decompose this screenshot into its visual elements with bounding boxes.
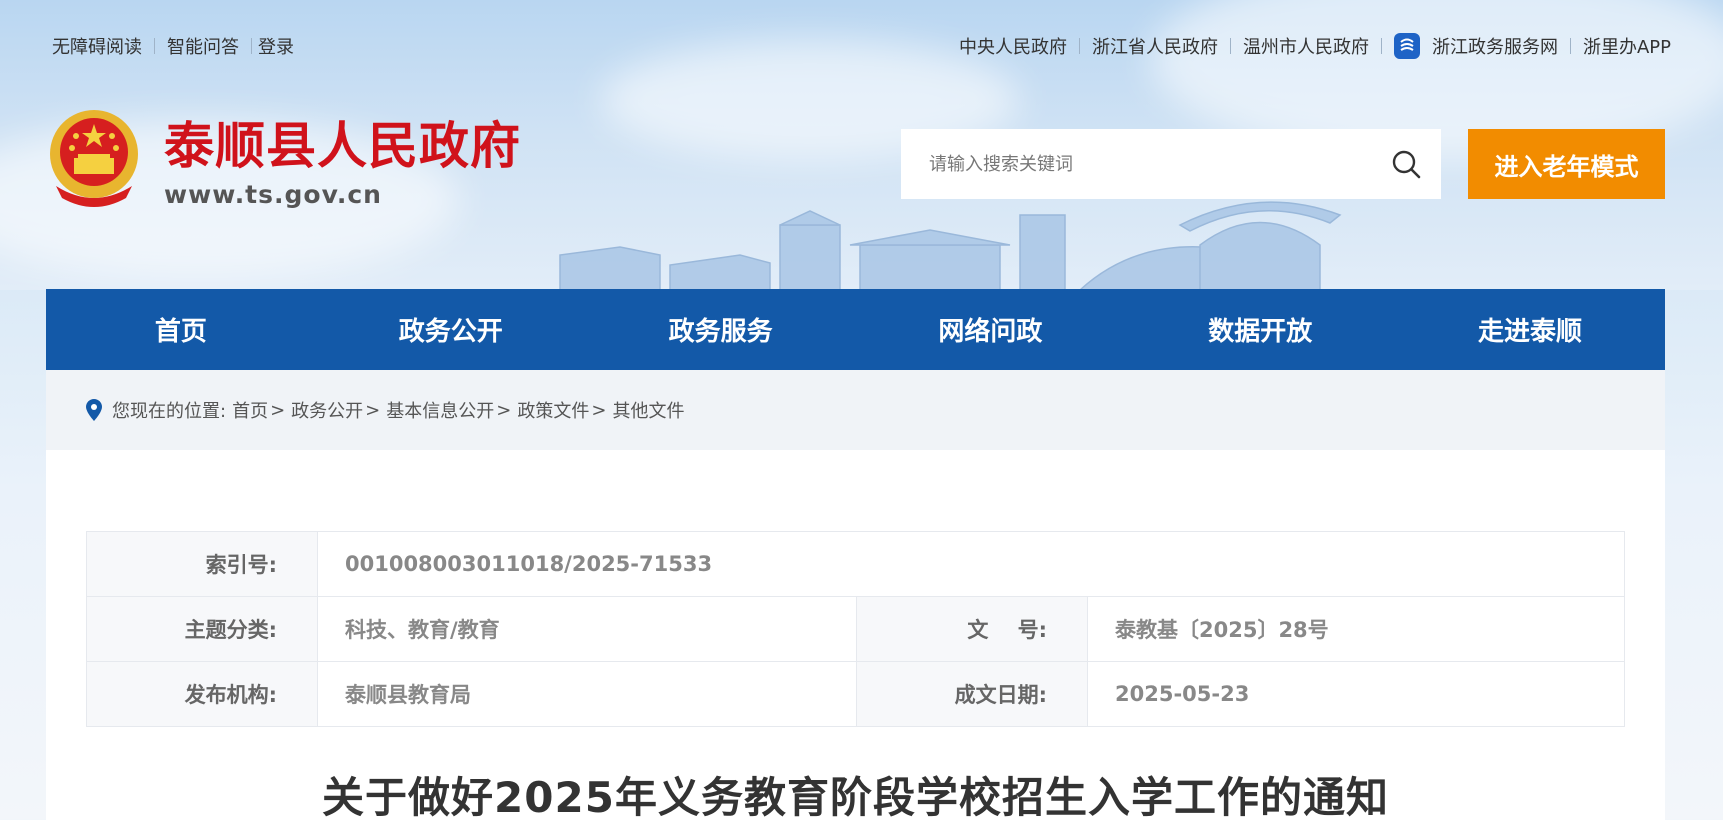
- date-value: 2025-05-23: [1087, 661, 1625, 727]
- breadcrumb-separator: >: [270, 399, 286, 421]
- index-value: 001008003011018/2025-71533: [317, 531, 1625, 597]
- top-left-links: 无障碍阅读 智能问答 登录: [52, 33, 294, 59]
- breadcrumb: 您现在的位置: 首页 > 政务公开 > 基本信息公开 > 政策文件 > 其他文件: [46, 370, 1665, 450]
- central-gov-link[interactable]: 中央人民政府: [959, 33, 1067, 59]
- top-right-links: 中央人民政府 浙江省人民政府 温州市人民政府 浙江政务服务网 浙里办APP: [959, 33, 1671, 59]
- top-bar: 无障碍阅读 智能问答 登录 中央人民政府 浙江省人民政府 温州市人民政府 浙江政…: [52, 30, 1671, 62]
- divider: [1380, 38, 1382, 54]
- wenzhou-gov-link[interactable]: 温州市人民政府: [1243, 33, 1369, 59]
- issuer-value: 泰顺县教育局: [317, 661, 857, 727]
- zhejiang-service-link[interactable]: 浙江政务服务网: [1432, 33, 1558, 59]
- smart-qa-link[interactable]: 智能问答: [167, 33, 239, 59]
- logo-text: 泰顺县人民政府 www.ts.gov.cn: [164, 116, 521, 210]
- divider: [251, 38, 252, 54]
- divider: [1078, 38, 1080, 54]
- divider: [1229, 38, 1231, 54]
- nav-gov-affairs-open[interactable]: 政务公开: [316, 289, 586, 370]
- table-row: 索引号: 001008003011018/2025-71533: [86, 531, 1625, 597]
- breadcrumb-gov-affairs-open[interactable]: 政务公开: [291, 397, 363, 423]
- document-title: 关于做好2025年义务教育阶段学校招生入学工作的通知: [322, 773, 1389, 820]
- breadcrumb-basic-info[interactable]: 基本信息公开: [386, 397, 494, 423]
- index-label: 索引号:: [86, 531, 318, 597]
- date-label: 成文日期:: [856, 661, 1088, 727]
- topic-value: 科技、教育/教育: [317, 596, 857, 662]
- nav-about-taishun[interactable]: 走进泰顺: [1395, 289, 1665, 370]
- accessibility-link[interactable]: 无障碍阅读: [52, 33, 142, 59]
- docno-label: 文 号:: [856, 596, 1088, 662]
- docno-value: 泰教基〔2025〕28号: [1087, 596, 1625, 662]
- breadcrumb-home[interactable]: 首页: [232, 397, 268, 423]
- site-logo[interactable]: 泰顺县人民政府 www.ts.gov.cn: [46, 106, 521, 210]
- nav-gov-services[interactable]: 政务服务: [586, 289, 856, 370]
- nav-home[interactable]: 首页: [46, 289, 316, 370]
- breadcrumb-policy-docs[interactable]: 政策文件: [517, 397, 589, 423]
- breadcrumb-separator: >: [591, 399, 607, 421]
- divider: [154, 38, 155, 54]
- elder-mode-button[interactable]: 进入老年模式: [1468, 129, 1665, 199]
- zheliban-app-link[interactable]: 浙里办APP: [1583, 33, 1671, 59]
- content-panel: 您现在的位置: 首页 > 政务公开 > 基本信息公开 > 政策文件 > 其他文件 索引号…: [46, 370, 1665, 820]
- zhejiang-service-icon: [1393, 33, 1420, 59]
- city-skyline-illustration: [559, 201, 1342, 290]
- location-pin-icon: [86, 399, 102, 421]
- search-input[interactable]: [901, 129, 1371, 199]
- national-emblem-icon: [50, 110, 138, 207]
- nav-open-data[interactable]: 数据开放: [1125, 289, 1395, 370]
- divider: [1569, 38, 1571, 54]
- breadcrumb-separator: >: [496, 399, 512, 421]
- breadcrumb-separator: >: [365, 399, 381, 421]
- table-row: 主题分类: 科技、教育/教育 文 号: 泰教基〔2025〕28号: [86, 596, 1625, 662]
- table-row: 发布机构: 泰顺县教育局 成文日期: 2025-05-23: [86, 661, 1625, 727]
- issuer-label: 发布机构:: [86, 661, 318, 727]
- search-icon: [1392, 150, 1421, 179]
- main-nav: 首页 政务公开 政务服务 网络问政 数据开放 走进泰顺: [46, 289, 1665, 370]
- breadcrumb-other-docs[interactable]: 其他文件: [612, 397, 684, 423]
- topic-label: 主题分类:: [86, 596, 318, 662]
- search-box: [901, 129, 1441, 199]
- search-button[interactable]: [1371, 129, 1441, 199]
- login-link[interactable]: 登录: [258, 33, 294, 59]
- zhejiang-gov-link[interactable]: 浙江省人民政府: [1092, 33, 1218, 59]
- site-name: 泰顺县人民政府: [164, 116, 521, 175]
- document-meta-table: 索引号: 001008003011018/2025-71533 主题分类: 科技…: [86, 531, 1625, 727]
- site-url: www.ts.gov.cn: [164, 180, 382, 209]
- breadcrumb-prefix: 您现在的位置:: [112, 401, 227, 422]
- nav-online-inquiry[interactable]: 网络问政: [855, 289, 1125, 370]
